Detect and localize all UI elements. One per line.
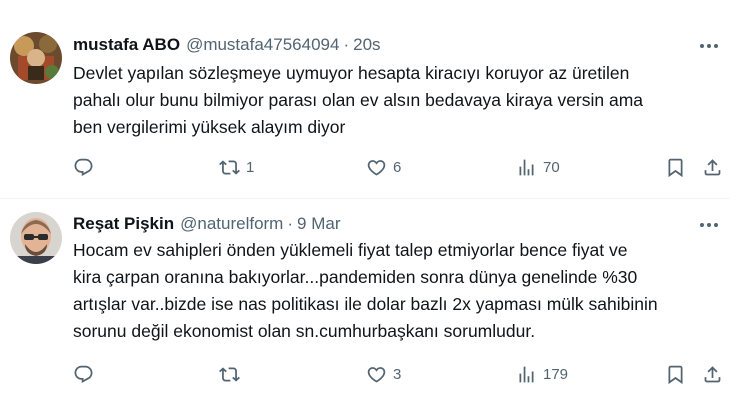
tweet-header: Reşat Pişkin @naturelform · 9 Mar: [73, 212, 341, 236]
view-count: 70: [543, 158, 560, 176]
share-button[interactable]: [702, 362, 723, 386]
reply-button[interactable]: [73, 362, 100, 386]
retweet-count: 1: [246, 158, 255, 176]
tweet[interactable]: mustafa ABO @mustafa47564094 · 20s Devle…: [0, 0, 730, 199]
like-button[interactable]: 6: [366, 155, 401, 179]
avatar[interactable]: [10, 212, 62, 264]
author-handle[interactable]: @naturelform: [180, 214, 283, 234]
share-button[interactable]: [702, 155, 723, 179]
tweet-text-line: artışlar var..bizde ise nas politikası i…: [73, 294, 658, 314]
avatar[interactable]: [10, 32, 62, 84]
like-count: 3: [393, 365, 402, 383]
heart-icon: [367, 159, 386, 176]
tweet[interactable]: Reşat Pişkin @naturelform · 9 Mar Hocam …: [0, 199, 730, 420]
bookmark-icon: [668, 365, 683, 384]
tweet-text-line: Devlet yapılan sözleşmeye uymuyor hesapt…: [73, 63, 630, 83]
reply-icon: [74, 365, 93, 383]
share-icon: [704, 158, 721, 175]
tweet-text-line: sorunu değil ekonomist olan sn.cumhurbaş…: [73, 321, 536, 341]
tweet-text-line: ben vergilerimi yüksek alayım diyor: [73, 117, 346, 137]
tweet-text: Hocam ev sahipleri önden yüklemeli fiyat…: [73, 237, 713, 345]
tweet-text-line: kira çarpan oranına bakıyorlar...pandemi…: [73, 267, 638, 287]
views-button[interactable]: 70: [516, 155, 560, 179]
action-bar: 1 6 70: [73, 155, 723, 179]
like-count: 6: [393, 158, 402, 176]
retweet-button[interactable]: [219, 362, 246, 386]
retweet-button[interactable]: 1: [219, 155, 254, 179]
reply-icon: [74, 158, 93, 176]
timestamp[interactable]: 9 Mar: [297, 214, 340, 234]
tweet-text-line: Hocam ev sahipleri önden yüklemeli fiyat…: [73, 240, 628, 260]
separator: ·: [287, 214, 294, 233]
view-count: 179: [543, 365, 569, 383]
views-button[interactable]: 179: [516, 362, 568, 386]
views-icon: [519, 159, 534, 175]
more-icon[interactable]: [698, 215, 720, 235]
reply-button[interactable]: [73, 155, 100, 179]
bookmark-icon: [668, 158, 683, 177]
timestamp[interactable]: 20s: [353, 35, 380, 55]
views-icon: [519, 366, 534, 382]
separator: ·: [343, 35, 350, 54]
tweet-text-line: pahalı olur bunu bilmiyor parası olan ev…: [73, 90, 644, 110]
author-name[interactable]: Reşat Pişkin: [73, 214, 174, 234]
like-button[interactable]: 3: [366, 362, 401, 386]
tweet-header: mustafa ABO @mustafa47564094 · 20s: [73, 33, 381, 57]
bookmark-button[interactable]: [665, 155, 686, 179]
heart-icon: [367, 366, 386, 383]
retweet-icon: [219, 366, 240, 382]
bookmark-button[interactable]: [665, 362, 686, 386]
author-handle[interactable]: @mustafa47564094: [186, 35, 339, 55]
author-name[interactable]: mustafa ABO: [73, 35, 180, 55]
retweet-icon: [219, 159, 240, 175]
share-icon: [704, 365, 721, 382]
more-icon[interactable]: [698, 36, 720, 56]
action-bar: 3 179: [73, 362, 723, 386]
tweet-text: Devlet yapılan sözleşmeye uymuyor hesapt…: [73, 60, 713, 141]
